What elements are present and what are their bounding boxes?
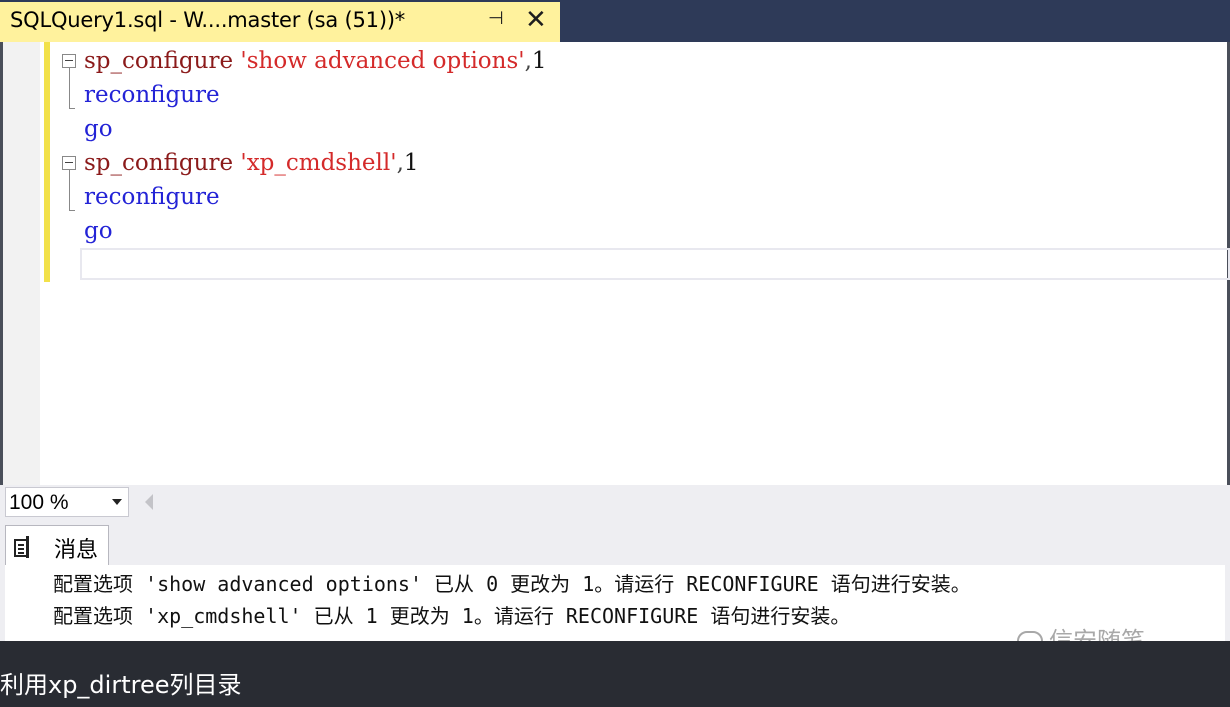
editor-status-bar: 100 %	[0, 485, 1230, 520]
collapse-icon[interactable]	[62, 156, 76, 170]
document-tab-bar: SQLQuery1.sql - W....master (sa (51))* ⊣…	[0, 0, 1230, 42]
query-editor[interactable]: sp_configure 'show advanced options',1 r…	[0, 42, 1230, 485]
tab-title: SQLQuery1.sql - W....master (sa (51))*	[10, 8, 406, 32]
stored-procedure-name: sp_configure	[84, 48, 234, 74]
code-line[interactable]: go	[84, 112, 113, 146]
code-line[interactable]: sp_configure 'show advanced options',1	[84, 44, 547, 78]
tab-messages[interactable]: 消息	[5, 525, 109, 566]
tab-messages-label: 消息	[54, 538, 99, 563]
code-line[interactable]: reconfigure	[84, 78, 220, 112]
selection-margin[interactable]	[3, 42, 40, 485]
message-line: 配置选项 'xp_cmdshell' 已从 1 更改为 1。请运行 RECONF…	[53, 604, 851, 628]
code-line[interactable]: sp_configure 'xp_cmdshell',1	[84, 146, 419, 180]
caption-text: 利用xp_dirtree列目录	[0, 671, 242, 699]
results-pane: 消息 配置选项 'show advanced options' 已从 0 更改为…	[0, 520, 1230, 655]
messages-icon-fold	[26, 536, 35, 558]
stored-procedure-name: sp_configure	[84, 150, 234, 176]
query-tab[interactable]: SQLQuery1.sql - W....master (sa (51))* ⊣…	[0, 2, 560, 42]
string-literal: 'show advanced options'	[240, 48, 525, 74]
outline-line	[69, 170, 70, 210]
messages-output[interactable]: 配置选项 'show advanced options' 已从 0 更改为 1。…	[5, 565, 1225, 655]
string-literal: 'xp_cmdshell'	[240, 150, 397, 176]
outline-end	[69, 210, 75, 211]
code-line[interactable]: reconfigure	[84, 180, 220, 214]
caption-area: 利用xp_dirtree列目录	[0, 641, 1230, 707]
current-line-highlight[interactable]	[80, 248, 1230, 280]
outline-end	[69, 108, 75, 109]
collapse-icon[interactable]	[62, 54, 76, 68]
code-line[interactable]: go	[84, 214, 113, 248]
zoom-value: 100 %	[9, 491, 69, 514]
comma: ,	[524, 48, 532, 74]
number-literal: 1	[531, 48, 547, 74]
pin-icon[interactable]: ⊣	[488, 8, 504, 29]
change-tracking-bar	[44, 42, 50, 282]
comma: ,	[396, 150, 404, 176]
close-icon[interactable]: ✕	[525, 5, 547, 35]
zoom-dropdown[interactable]: 100 %	[5, 487, 129, 517]
scroll-left-icon[interactable]	[145, 494, 153, 510]
outline-line	[69, 68, 70, 108]
chevron-down-icon[interactable]	[112, 499, 122, 505]
message-line: 配置选项 'show advanced options' 已从 0 更改为 1。…	[53, 572, 971, 596]
number-literal: 1	[403, 150, 419, 176]
